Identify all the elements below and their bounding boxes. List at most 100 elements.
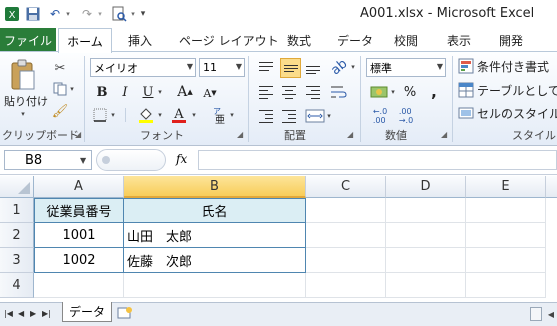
currency-dropdown-icon[interactable]: ▾ bbox=[389, 87, 397, 97]
row-header-4[interactable]: 4 bbox=[0, 273, 34, 298]
sheet-tab-data[interactable]: データ bbox=[62, 302, 112, 322]
decrease-decimal-icon[interactable]: .00 →.0 bbox=[396, 107, 416, 125]
hscroll-split-handle[interactable] bbox=[530, 307, 542, 321]
cell-b3[interactable]: 佐藤 次郎 bbox=[124, 248, 306, 273]
tab-page-layout[interactable]: ページ レイアウト bbox=[179, 28, 279, 52]
percent-style-button[interactable]: % bbox=[402, 83, 418, 101]
print-preview-icon[interactable] bbox=[111, 5, 127, 22]
cell-b4[interactable] bbox=[124, 273, 306, 298]
tab-view[interactable]: 表示 bbox=[447, 28, 471, 52]
select-all-button[interactable] bbox=[0, 176, 34, 198]
merge-center-icon[interactable] bbox=[305, 108, 325, 124]
copy-icon[interactable] bbox=[52, 81, 68, 97]
merge-dropdown-icon[interactable]: ▾ bbox=[325, 111, 333, 121]
align-center-icon[interactable] bbox=[280, 84, 298, 100]
tab-insert[interactable]: 挿入 bbox=[128, 28, 152, 52]
increase-indent-icon[interactable] bbox=[280, 108, 298, 124]
tab-review[interactable]: 校閲 bbox=[394, 28, 418, 52]
name-box[interactable]: B8 bbox=[4, 150, 92, 170]
cell-c4[interactable] bbox=[306, 273, 386, 298]
row-header-1[interactable]: 1 bbox=[0, 198, 34, 223]
cut-icon[interactable]: ✂ bbox=[52, 60, 68, 76]
font-color-icon[interactable]: A bbox=[170, 106, 188, 124]
format-as-table-icon[interactable] bbox=[458, 82, 474, 98]
paste-dropdown-icon[interactable]: ▾ bbox=[18, 109, 28, 119]
cell-styles-button[interactable]: セルのスタイル bbox=[477, 105, 557, 121]
insert-sheet-icon[interactable] bbox=[116, 306, 134, 320]
cell-c1[interactable] bbox=[306, 198, 386, 223]
column-header-e[interactable]: E bbox=[466, 176, 546, 198]
tab-home[interactable]: ホーム bbox=[58, 28, 112, 53]
italic-button[interactable]: I bbox=[117, 84, 133, 100]
column-header-c[interactable]: C bbox=[306, 176, 386, 198]
shrink-font-button[interactable]: A ▼ bbox=[203, 85, 217, 101]
font-color-dropdown-icon[interactable]: ▾ bbox=[190, 110, 198, 120]
scroll-left-icon[interactable]: ◀ bbox=[545, 307, 557, 321]
bold-button[interactable]: B bbox=[94, 84, 110, 100]
customize-qat-icon[interactable]: ▾ bbox=[138, 5, 148, 22]
tab-file[interactable]: ファイル bbox=[0, 28, 56, 52]
cell-e4[interactable] bbox=[466, 273, 546, 298]
orientation-dropdown-icon[interactable]: ▾ bbox=[349, 62, 357, 72]
format-as-table-button[interactable]: テーブルとして書式 bbox=[477, 82, 557, 98]
redo-icon[interactable]: ↷ bbox=[80, 5, 94, 22]
cell-e2[interactable] bbox=[466, 223, 546, 248]
borders-dropdown-icon[interactable]: ▾ bbox=[109, 110, 117, 120]
first-sheet-icon[interactable]: |◀ bbox=[4, 309, 13, 318]
grow-font-button[interactable]: A ▲ bbox=[177, 83, 193, 101]
font-size-select[interactable]: 11 ▼ bbox=[199, 58, 245, 77]
worksheet-grid[interactable]: A B C D E 1 2 3 4 従業員番号 氏名 1001 山田 太郎 10… bbox=[0, 176, 557, 302]
cell-styles-icon[interactable] bbox=[458, 105, 474, 121]
column-header-d[interactable]: D bbox=[386, 176, 466, 198]
font-name-select[interactable]: メイリオ ▼ bbox=[90, 58, 196, 77]
orientation-icon[interactable]: ab bbox=[326, 54, 351, 79]
cell-a2[interactable]: 1001 bbox=[34, 223, 124, 248]
underline-button[interactable]: U bbox=[140, 84, 156, 100]
phonetic-icon[interactable]: ア亜 bbox=[210, 106, 228, 124]
number-launcher-icon[interactable]: ◢ bbox=[441, 130, 447, 139]
wrap-text-icon[interactable] bbox=[330, 84, 348, 100]
column-header-f[interactable] bbox=[546, 176, 557, 198]
cell-a1[interactable]: 従業員番号 bbox=[34, 198, 124, 223]
comma-style-button[interactable]: , bbox=[428, 83, 440, 101]
tab-formulas[interactable]: 数式 bbox=[287, 28, 311, 52]
formula-input[interactable] bbox=[198, 150, 557, 170]
decrease-indent-icon[interactable] bbox=[257, 108, 275, 124]
copy-dropdown-icon[interactable]: ▾ bbox=[68, 84, 76, 94]
cell-c2[interactable] bbox=[306, 223, 386, 248]
prev-sheet-icon[interactable]: ◀ bbox=[18, 309, 24, 318]
cell-b1[interactable]: 氏名 bbox=[124, 198, 306, 223]
increase-decimal-icon[interactable]: ←.0.00 bbox=[370, 107, 390, 125]
cell-e1[interactable] bbox=[466, 198, 546, 223]
fill-color-dropdown-icon[interactable]: ▾ bbox=[156, 110, 164, 120]
font-launcher-icon[interactable]: ◢ bbox=[237, 130, 243, 139]
cell-e3[interactable] bbox=[466, 248, 546, 273]
cell-b2[interactable]: 山田 太郎 bbox=[124, 223, 306, 248]
align-top-icon[interactable] bbox=[257, 60, 275, 76]
cell-a4[interactable] bbox=[34, 273, 124, 298]
cell-d3[interactable] bbox=[386, 248, 466, 273]
row-header-2[interactable]: 2 bbox=[0, 223, 34, 248]
cell-d1[interactable] bbox=[386, 198, 466, 223]
next-sheet-icon[interactable]: ▶ bbox=[30, 309, 36, 318]
name-box-dropdown-icon[interactable]: ▼ bbox=[80, 156, 86, 165]
cell-d2[interactable] bbox=[386, 223, 466, 248]
align-middle-icon[interactable] bbox=[280, 58, 301, 78]
cell-a3[interactable]: 1002 bbox=[34, 248, 124, 273]
fill-color-icon[interactable] bbox=[137, 107, 155, 123]
paste-icon[interactable] bbox=[8, 58, 38, 94]
undo-dropdown-icon[interactable]: ▾ bbox=[63, 5, 73, 22]
align-left-icon[interactable] bbox=[257, 84, 275, 100]
row-header-3[interactable]: 3 bbox=[0, 248, 34, 273]
tab-data[interactable]: データ bbox=[337, 28, 373, 52]
redo-dropdown-icon[interactable]: ▾ bbox=[95, 5, 105, 22]
tab-developer[interactable]: 開発 bbox=[499, 28, 523, 52]
phonetic-dropdown-icon[interactable]: ▾ bbox=[228, 110, 236, 120]
align-right-icon[interactable] bbox=[304, 84, 322, 100]
column-header-b[interactable]: B bbox=[124, 176, 306, 198]
align-bottom-icon[interactable] bbox=[304, 60, 322, 76]
print-dropdown-icon[interactable]: ▾ bbox=[128, 5, 138, 22]
last-sheet-icon[interactable]: ▶| bbox=[42, 309, 51, 318]
borders-icon[interactable] bbox=[92, 108, 108, 122]
paste-button[interactable]: 貼り付け bbox=[3, 94, 49, 108]
